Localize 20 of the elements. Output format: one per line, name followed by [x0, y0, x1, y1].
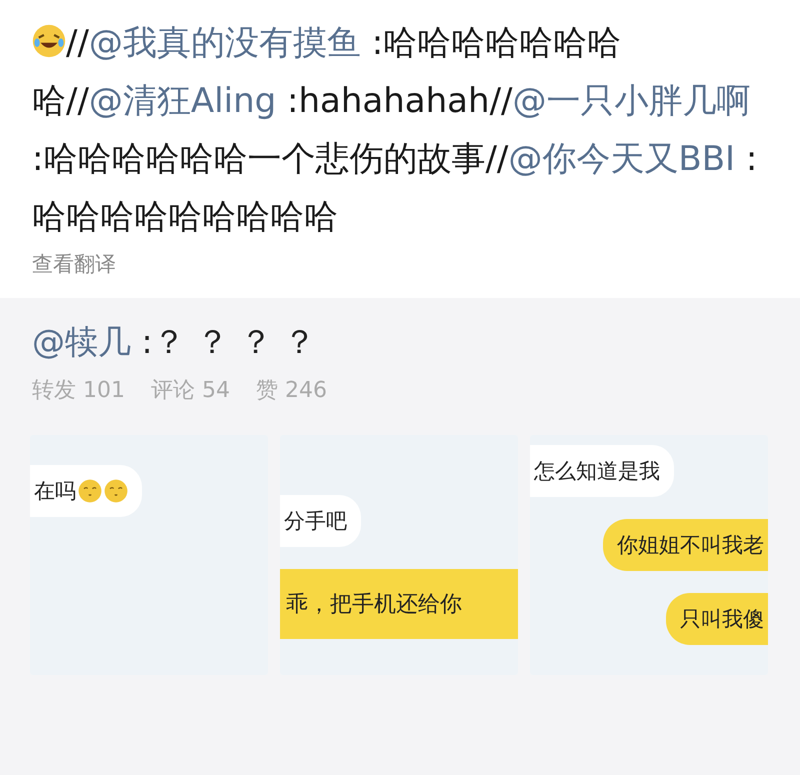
mention-link[interactable]: @一只小胖几啊 — [512, 81, 750, 121]
translate-link[interactable]: 查看翻译 — [32, 250, 116, 278]
mention-link[interactable]: @清狂Aling — [88, 81, 276, 121]
chat-screenshot[interactable]: 分手吧 乖，把手机还给你 — [280, 435, 518, 675]
chat-screenshot[interactable]: 怎么知道是我 你姐姐不叫我老 只叫我傻 — [530, 435, 768, 675]
mention-link[interactable]: @你今天又BBI — [508, 139, 736, 179]
received-message: 分手吧 — [280, 495, 361, 547]
post-text: :？ ？ ？ ？ — [140, 321, 316, 363]
smiley-icon — [104, 479, 128, 503]
sent-message: 乖，把手机还给你 — [280, 569, 518, 639]
chat-screenshot[interactable]: 在吗 — [30, 435, 268, 675]
mention-link[interactable]: @我真的没有摸鱼 — [88, 23, 361, 63]
sent-message: 只叫我傻 — [666, 593, 768, 645]
smiley-icon — [78, 479, 102, 503]
comment-text: //@我真的没有摸鱼 :哈哈哈哈哈哈哈哈//@清狂Aling :hahahahah//@一只小胖几啊 :哈哈哈哈哈哈一个悲伤的故事//@你今天又BBI :哈哈哈哈哈哈哈哈哈 — [32, 22, 758, 239]
received-message: 在吗 — [30, 465, 142, 517]
received-message: 怎么知道是我 — [530, 445, 674, 497]
laughing-face-icon — [32, 24, 66, 58]
sent-message: 你姐姐不叫我老 — [603, 519, 768, 571]
mention-link[interactable]: @犊几 — [32, 320, 131, 365]
